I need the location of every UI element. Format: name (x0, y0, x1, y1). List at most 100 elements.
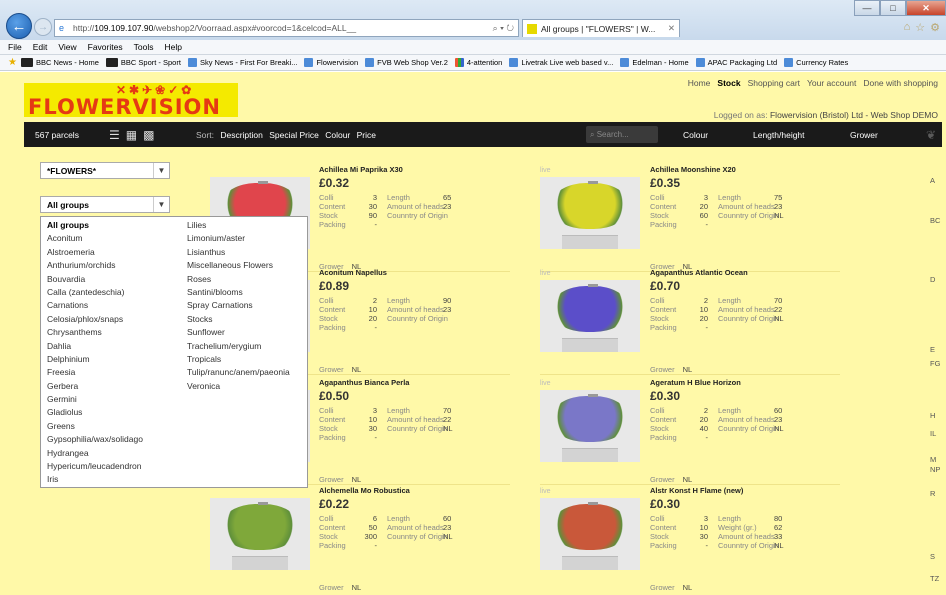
favorite-link[interactable]: Flowervision (304, 58, 358, 67)
group-option[interactable]: Hydrangea (47, 447, 143, 460)
group-option[interactable]: Celosia/phlox/snaps (47, 313, 143, 326)
product-thumbnail[interactable] (210, 498, 310, 570)
group-option[interactable]: Alstroemeria (47, 246, 143, 259)
group-option[interactable]: Bouvardia (47, 273, 143, 286)
product-thumbnail[interactable] (540, 498, 640, 570)
favorite-link[interactable]: BBC News - Home (20, 58, 99, 67)
maximize-button[interactable]: □ (880, 0, 906, 16)
forward-button[interactable]: → (34, 18, 52, 36)
menu-help[interactable]: Help (164, 42, 181, 52)
product-name[interactable]: Agapanthus Bianca Perla (319, 378, 409, 387)
browser-tab[interactable]: All groups | "FLOWERS" | W... ✕ (522, 19, 680, 37)
list-view-icon[interactable]: ☰ (109, 128, 120, 142)
product-card[interactable]: Aconitum Napellus £0.89 Colli 2 Length 90 Cont… (319, 268, 519, 374)
address-bar[interactable]: e http://109.109.107.90/webshop2/Voorraa… (54, 19, 519, 37)
group-option[interactable]: All groups (47, 219, 143, 232)
group-option[interactable]: Lilies (187, 219, 290, 232)
group-option[interactable]: Stocks (187, 313, 290, 326)
alphabet-index-item[interactable]: NP (930, 465, 940, 474)
favorite-link[interactable]: FVB Web Shop Ver.2 (365, 58, 448, 67)
alphabet-index-item[interactable]: M (930, 455, 936, 464)
product-card[interactable]: Agapanthus Atlantic Ocean £0.70 Colli 2 Leng… (650, 268, 850, 374)
sort-colour[interactable]: Colour (325, 130, 350, 140)
filter-colour[interactable]: Colour (683, 130, 708, 140)
search-input[interactable]: ⌕ Search... (586, 126, 658, 143)
group-option[interactable]: Calla (zantedeschia) (47, 286, 143, 299)
filter-grower[interactable]: Grower (850, 130, 878, 140)
alphabet-index-item[interactable]: S (930, 552, 935, 561)
product-thumbnail[interactable] (540, 177, 640, 249)
product-type-select[interactable]: *FLOWERS* ▼ (40, 162, 170, 179)
group-option[interactable]: Veronica (187, 380, 290, 393)
menu-edit[interactable]: Edit (33, 42, 48, 52)
group-option[interactable]: Santini/blooms (187, 286, 290, 299)
product-card[interactable]: Ageratum H Blue Horizon £0.30 Colli 2 Length… (650, 378, 850, 484)
large-grid-icon[interactable]: ▩ (143, 128, 154, 142)
sort-description[interactable]: Description (220, 130, 263, 140)
alphabet-index-item[interactable]: R (930, 489, 935, 498)
group-option[interactable]: Gypsophilia/wax/solidago (47, 433, 143, 446)
group-option[interactable]: Miscellaneous Flowers (187, 259, 290, 272)
medium-grid-icon[interactable]: ▦ (126, 128, 137, 142)
product-name[interactable]: Aconitum Napellus (319, 268, 387, 277)
filter-length-height[interactable]: Length/height (753, 130, 805, 140)
group-option[interactable]: Lisianthus (187, 246, 290, 259)
minimize-button[interactable]: — (854, 0, 880, 16)
product-name[interactable]: Agapanthus Atlantic Ocean (650, 268, 748, 277)
tab-close-icon[interactable]: ✕ (668, 23, 675, 34)
group-option[interactable]: Dahlia (47, 340, 143, 353)
sort-special-price[interactable]: Special Price (269, 130, 319, 140)
favorites-star-icon[interactable]: ★ (8, 57, 17, 68)
flowervision-logo[interactable]: ✕✱✈❀✓✿ FLOWERVISION (24, 83, 238, 119)
group-option[interactable]: Sunflower (187, 326, 290, 339)
product-name[interactable]: Achillea Mi Paprika X30 (319, 165, 403, 174)
favorite-link[interactable]: Livetrak Live web based v... (509, 58, 613, 67)
group-option[interactable]: Carnations (47, 299, 143, 312)
favorite-link[interactable]: APAC Packaging Ltd (695, 58, 777, 67)
group-option[interactable]: Roses (187, 273, 290, 286)
group-option[interactable]: Freesia (47, 366, 143, 379)
nav-stock[interactable]: Stock (717, 78, 740, 88)
product-thumbnail[interactable] (540, 280, 640, 352)
group-option[interactable]: Aconitum (47, 232, 143, 245)
product-name[interactable]: Ageratum H Blue Horizon (650, 378, 741, 387)
search-refresh-icon[interactable]: ⌕ ▾ ↻ (489, 23, 518, 34)
product-name[interactable]: Alstr Konst H Flame (new) (650, 486, 743, 495)
nav-home[interactable]: Home (688, 78, 711, 88)
group-option[interactable]: Anthurium/orchids (47, 259, 143, 272)
favorites-star-icon[interactable]: ☆ (915, 21, 925, 34)
alphabet-index-item[interactable]: TZ (930, 574, 939, 583)
settings-gear-icon[interactable]: ⚙ (930, 21, 940, 34)
favorite-link[interactable]: BBC Sport - Sport (105, 58, 181, 67)
back-button[interactable]: ← (6, 13, 32, 39)
alphabet-index-item[interactable]: E (930, 345, 935, 354)
nav-shopping-cart[interactable]: Shopping cart (748, 78, 800, 88)
alphabet-index-item[interactable]: D (930, 275, 935, 284)
alphabet-index-item[interactable]: IL (930, 429, 936, 438)
group-select[interactable]: All groups ▼ (40, 196, 170, 213)
product-thumbnail[interactable] (540, 390, 640, 462)
alphabet-index-item[interactable]: A (930, 176, 935, 185)
group-option[interactable]: Germini (47, 393, 143, 406)
group-option[interactable]: Chrysanthems (47, 326, 143, 339)
menu-file[interactable]: File (8, 42, 22, 52)
favorite-link[interactable]: Sky News - First For Breaki... (187, 58, 297, 67)
product-name[interactable]: Alchemella Mo Robustica (319, 486, 410, 495)
menu-favorites[interactable]: Favorites (88, 42, 123, 52)
group-option[interactable]: Gerbera (47, 380, 143, 393)
group-option[interactable]: Iris (47, 473, 143, 486)
close-button[interactable]: ✕ (906, 0, 946, 16)
alphabet-index-item[interactable]: BC (930, 216, 940, 225)
group-option[interactable]: Greens (47, 420, 143, 433)
group-option[interactable]: Trachelium/erygium (187, 340, 290, 353)
product-card[interactable]: Achillea Mi Paprika X30 £0.32 Colli 3 Length… (319, 165, 519, 271)
nav-your-account[interactable]: Your account (807, 78, 856, 88)
product-card[interactable]: Alchemella Mo Robustica £0.22 Colli 6 Length… (319, 486, 519, 592)
group-option[interactable]: Limonium/aster (187, 232, 290, 245)
nav-done-shopping[interactable]: Done with shopping (863, 78, 938, 88)
group-option[interactable]: Delphinium (47, 353, 143, 366)
favorite-link[interactable]: Currency Rates (784, 58, 848, 67)
alphabet-index-item[interactable]: H (930, 411, 935, 420)
alphabet-index-item[interactable]: FG (930, 359, 940, 368)
menu-tools[interactable]: Tools (134, 42, 154, 52)
